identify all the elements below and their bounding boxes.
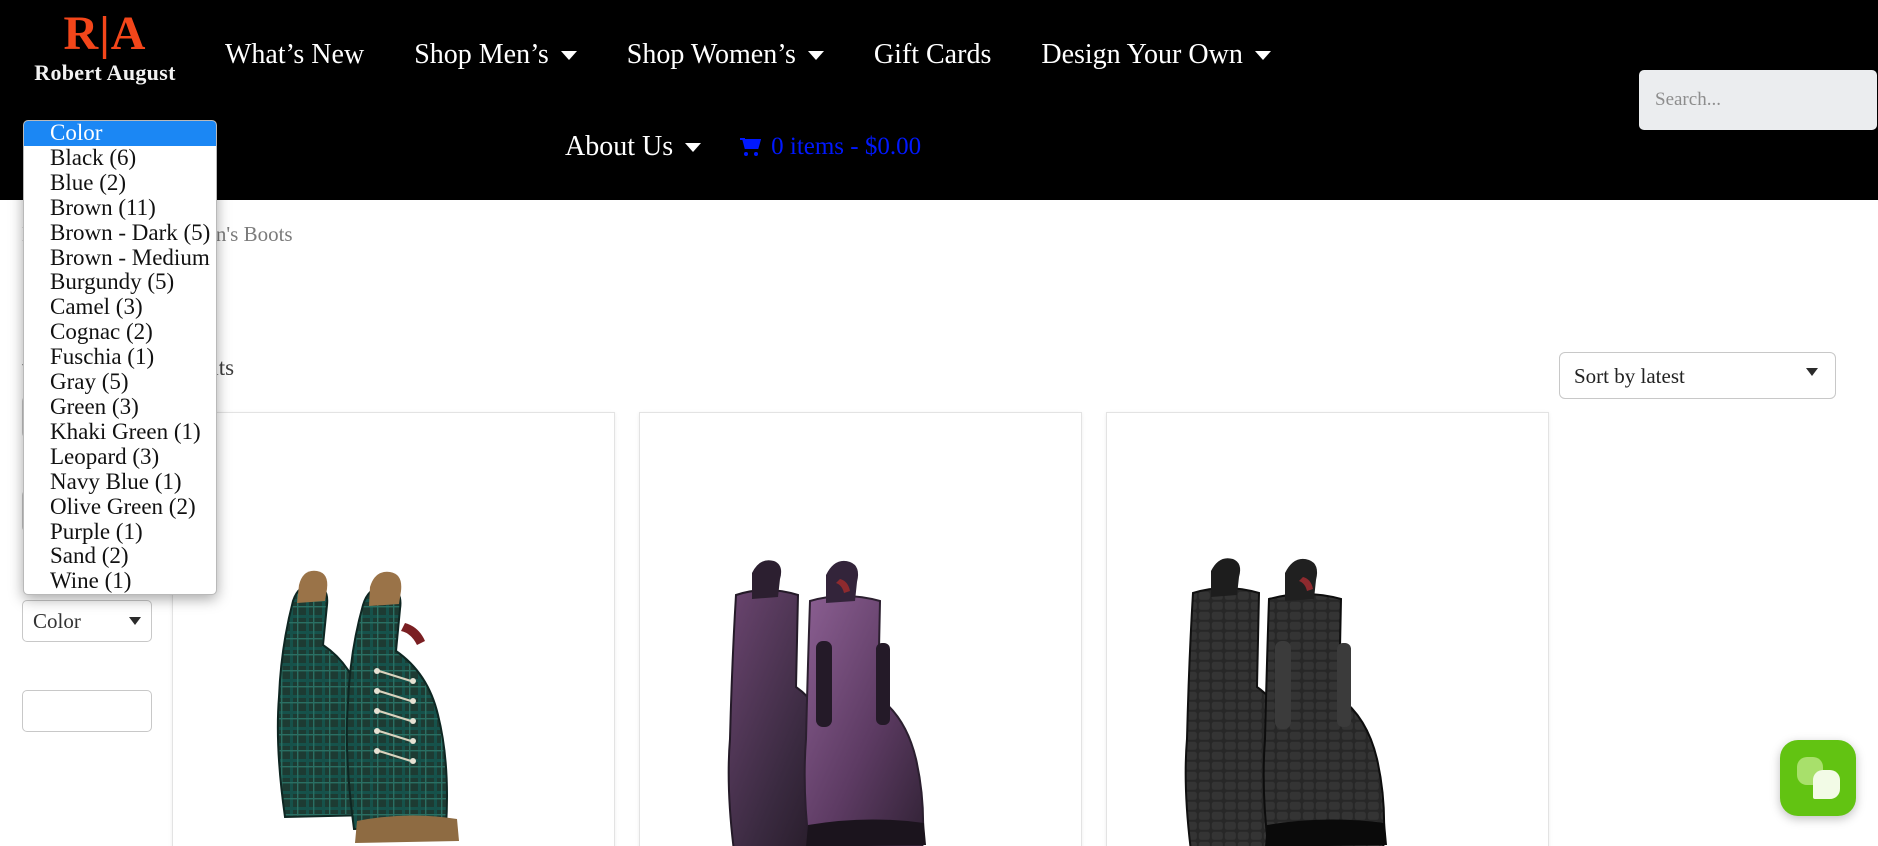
nav-item-shop-mens[interactable]: Shop Men’s <box>389 39 602 71</box>
dropdown-option[interactable]: Brown (11) <box>24 195 216 221</box>
dropdown-option[interactable]: Color <box>24 121 216 146</box>
cart-link[interactable]: 0 items - $0.00 <box>726 133 935 161</box>
chevron-down-icon <box>560 50 577 60</box>
dropdown-option[interactable]: Brown - Medium (4) <box>24 245 216 271</box>
product-image-purple-chelsea-boot <box>727 560 926 846</box>
product-card[interactable] <box>639 412 1082 846</box>
dropdown-option[interactable]: Purple (1) <box>24 519 216 545</box>
chat-bubble-secondary-icon <box>1813 770 1840 799</box>
logo-wordmark: Robert August <box>34 60 176 85</box>
chevron-down-icon <box>1254 50 1271 60</box>
search-input[interactable] <box>1639 70 1877 130</box>
page-root: R|A Robert August What’s New Shop Men’s … <box>0 0 1878 846</box>
product-card[interactable] <box>172 412 615 846</box>
secondary-navigation: About Us 0 items - $0.00 <box>540 124 935 170</box>
product-image-black-croc-chelsea-boot <box>1184 558 1387 846</box>
dropdown-option[interactable]: Wine (1) <box>24 568 216 594</box>
dropdown-option[interactable]: Blue (2) <box>24 170 216 196</box>
dropdown-option[interactable]: Black (6) <box>24 145 216 171</box>
dropdown-option[interactable]: Camel (3) <box>24 294 216 320</box>
dropdown-option[interactable]: Olive Green (2) <box>24 494 216 520</box>
color-dropdown-list[interactable]: Color Black (6) Blue (2) Brown (11) Brow… <box>23 120 217 596</box>
search-bar <box>1639 70 1877 130</box>
color-filter-label: Color <box>33 608 81 633</box>
chat-widget-button[interactable] <box>1780 740 1856 816</box>
shopping-cart-icon <box>740 138 762 156</box>
nav-label: Gift Cards <box>873 39 992 70</box>
dropdown-option[interactable]: Gray (5) <box>24 369 216 395</box>
nav-label: What’s New <box>225 39 365 70</box>
page-content: Made to Order / Women's Boots 's Boots v… <box>0 200 1878 846</box>
chevron-down-icon <box>685 142 702 152</box>
sort-select[interactable]: Sort by latest <box>1559 352 1836 399</box>
dropdown-option[interactable]: Sand (2) <box>24 544 216 569</box>
filter-control-d[interactable] <box>22 690 152 732</box>
dropdown-option[interactable]: Leopard (3) <box>24 444 216 470</box>
chevron-down-icon <box>129 617 141 625</box>
dropdown-option[interactable]: Cognac (2) <box>24 319 216 345</box>
nav-item-shop-womens[interactable]: Shop Women’s <box>602 39 849 71</box>
dropdown-option[interactable]: Burgundy (5) <box>24 270 216 295</box>
chevron-down-icon <box>807 50 824 60</box>
nav-item-whats-new[interactable]: What’s New <box>200 39 389 71</box>
dropdown-option[interactable]: Navy Blue (1) <box>24 469 216 495</box>
dropdown-option[interactable]: Khaki Green (1) <box>24 419 216 445</box>
nav-label: Design Your Own <box>1041 39 1243 70</box>
product-card[interactable] <box>1106 412 1549 846</box>
nav-item-gift-cards[interactable]: Gift Cards <box>849 39 1016 71</box>
product-grid <box>172 412 1549 846</box>
site-header: R|A Robert August What’s New Shop Men’s … <box>0 0 1878 200</box>
nav-item-about-us[interactable]: About Us <box>540 131 726 163</box>
nav-label: Shop Women’s <box>626 39 796 70</box>
nav-label: Shop Men’s <box>414 39 549 70</box>
nav-label: About Us <box>565 131 674 162</box>
color-filter-select[interactable]: Color <box>22 600 152 642</box>
logo-mark: R|A <box>63 7 147 60</box>
main-navigation: What’s New Shop Men’s Shop Women’s Gift … <box>200 30 1296 80</box>
product-image-plaid-boot <box>276 570 459 843</box>
cart-label: 0 items - $0.00 <box>771 133 922 160</box>
dropdown-option[interactable]: Brown - Dark (5) <box>24 220 216 246</box>
nav-item-design-your-own[interactable]: Design Your Own <box>1016 39 1295 71</box>
site-logo[interactable]: R|A Robert August <box>10 10 200 86</box>
dropdown-option[interactable]: Green (3) <box>24 394 216 420</box>
dropdown-option[interactable]: Fuschia (1) <box>24 344 216 370</box>
